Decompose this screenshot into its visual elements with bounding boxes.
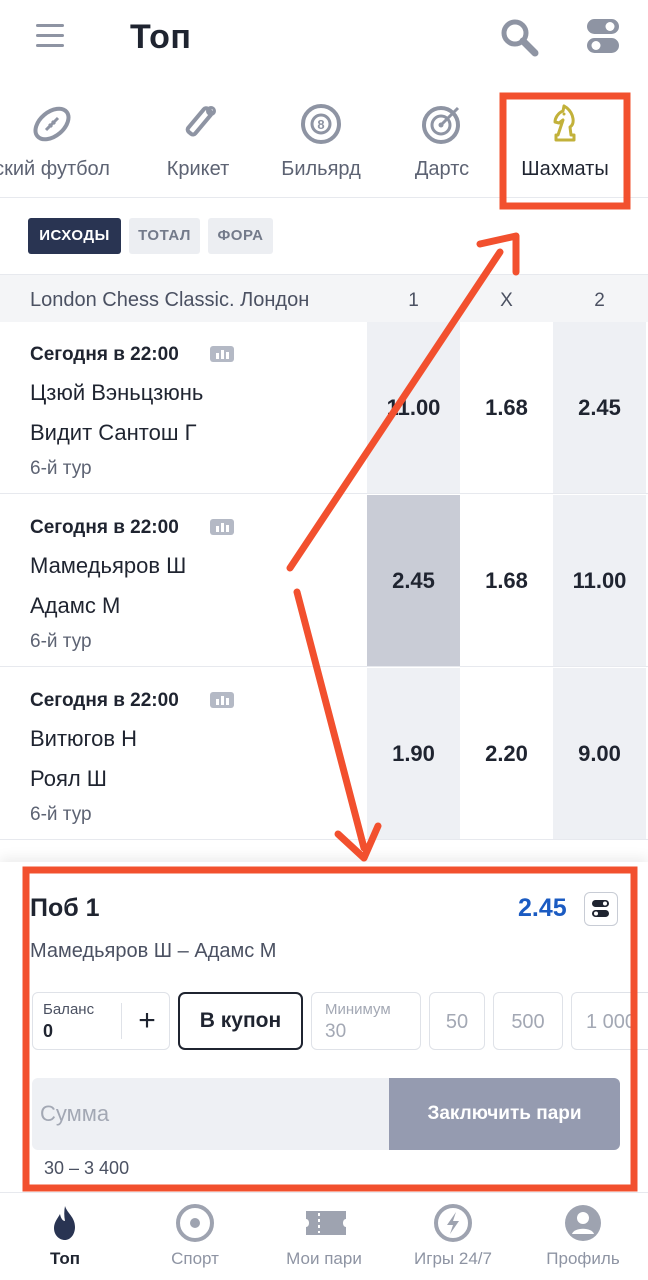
match-round: 6-й тур <box>30 631 92 652</box>
odd-x[interactable]: 2.20 <box>460 668 553 839</box>
odd-1[interactable]: 1.90 <box>367 668 460 839</box>
flame-icon <box>45 1203 85 1243</box>
stake-amount-input[interactable] <box>32 1078 390 1150</box>
league-name: London Chess Classic. Лондон <box>30 289 310 311</box>
league-header: London Chess Classic. Лондон 1 X 2 <box>0 274 648 322</box>
app-header: Топ <box>0 0 648 78</box>
bet-slip-panel: Поб 1 2.45 Мамедьяров Ш – Адамс М Баланс… <box>0 862 648 1192</box>
odd-1-selected[interactable]: 2.45 <box>367 495 460 666</box>
hamburger-menu-icon[interactable] <box>36 24 64 48</box>
tab-handicap[interactable]: ФОРА <box>208 218 273 254</box>
match-row[interactable]: Сегодня в 22:00 Витюгов Н Роял Ш 6-й тур… <box>0 668 648 840</box>
col-header-1: 1 <box>408 290 419 311</box>
minimum-label: Минимум <box>325 1001 391 1018</box>
place-bet-button[interactable]: Заключить пари <box>389 1078 620 1150</box>
nav-sport[interactable]: Спорт <box>130 1193 260 1280</box>
sport-target-icon <box>175 1203 215 1243</box>
add-to-coupon-button[interactable]: В купон <box>178 992 303 1050</box>
minimum-stake-button[interactable]: Минимум 30 <box>311 992 421 1050</box>
sport-label: Дартс <box>414 158 470 180</box>
team-away: Роял Ш <box>30 766 107 791</box>
page-title: Топ <box>130 18 192 56</box>
sport-label: Бильярд <box>281 158 361 180</box>
lightning-icon <box>433 1203 473 1243</box>
odd-2[interactable]: 11.00 <box>553 495 646 666</box>
american-football-icon <box>30 102 74 146</box>
tab-outcomes[interactable]: ИСХОДЫ <box>28 218 121 254</box>
divider <box>121 1003 122 1039</box>
match-row[interactable]: Сегодня в 22:00 Мамедьяров Ш Адамс М 6-й… <box>0 495 648 667</box>
match-time: Сегодня в 22:00 <box>30 344 179 365</box>
team-home: Витюгов Н <box>30 726 138 751</box>
balance-box: Баланс 0 + <box>32 992 170 1050</box>
match-time: Сегодня в 22:00 <box>30 517 179 538</box>
tab-total[interactable]: ТОТАЛ <box>129 218 200 254</box>
team-home: Мамедьяров Ш <box>30 553 187 578</box>
sport-tab-american-football[interactable]: ский футбол <box>0 80 132 197</box>
sport-label: Крикет <box>166 158 230 180</box>
bet-outcome-title: Поб 1 <box>30 894 100 922</box>
bet-odd-value: 2.45 <box>518 894 567 922</box>
match-round: 6-й тур <box>30 458 92 479</box>
balance-label: Баланс <box>43 1001 95 1018</box>
annotation-arrowhead-up <box>476 232 520 276</box>
nav-top[interactable]: Топ <box>0 1193 130 1280</box>
toggle-settings-icon[interactable] <box>586 18 620 54</box>
nav-label: Мои пари <box>286 1249 362 1268</box>
profile-icon <box>563 1203 603 1243</box>
nav-profile[interactable]: Профиль <box>518 1193 648 1280</box>
sport-tab-billiards[interactable]: 8 Бильярд <box>268 80 374 197</box>
sport-label: Шахматы <box>521 158 609 180</box>
col-header-x: X <box>500 290 513 311</box>
match-time: Сегодня в 22:00 <box>30 690 179 711</box>
sport-tab-darts[interactable]: Дартс <box>396 80 488 197</box>
darts-target-icon <box>420 102 464 146</box>
match-row[interactable]: Сегодня в 22:00 Цзюй Вэньцзюнь Видит Сан… <box>0 322 648 494</box>
col-header-2: 2 <box>594 290 605 311</box>
toggle-settings-icon[interactable] <box>584 892 618 926</box>
odd-2[interactable]: 2.45 <box>553 322 646 493</box>
odd-x[interactable]: 1.68 <box>460 495 553 666</box>
bet-match-name: Мамедьяров Ш – Адамс М <box>30 940 277 962</box>
add-balance-button[interactable]: + <box>131 1001 163 1041</box>
stake-range: 30 – 3 400 <box>44 1158 130 1178</box>
odd-2[interactable]: 9.00 <box>553 668 646 839</box>
stake-entry: Заключить пари <box>32 1078 620 1150</box>
billiard-ball-icon: 8 <box>299 102 343 146</box>
quick-amount-button[interactable]: 50 <box>429 992 485 1050</box>
cricket-bat-icon <box>176 102 220 146</box>
stats-icon[interactable] <box>210 692 234 708</box>
bottom-navigation: Топ Спорт Мои пари Игры 24/7 Профиль <box>0 1192 648 1280</box>
stats-icon[interactable] <box>210 519 234 535</box>
chess-knight-icon <box>543 102 587 146</box>
nav-label: Топ <box>50 1249 80 1268</box>
ticket-icon <box>304 1203 346 1243</box>
team-away: Адамс М <box>30 593 121 618</box>
nav-label: Спорт <box>171 1249 219 1268</box>
odd-1[interactable]: 11.00 <box>367 322 460 493</box>
nav-games[interactable]: Игры 24/7 <box>388 1193 518 1280</box>
sports-category-strip[interactable]: ский футбол Крикет 8 Бильярд Дартс Шахма… <box>0 80 648 198</box>
team-home: Цзюй Вэньцзюнь <box>30 380 204 405</box>
search-icon[interactable] <box>498 16 540 58</box>
svg-text:8: 8 <box>317 117 324 132</box>
stats-icon[interactable] <box>210 346 234 362</box>
balance-value: 0 <box>43 1021 54 1041</box>
team-away: Видит Сантош Г <box>30 420 197 445</box>
sport-tab-cricket[interactable]: Крикет <box>152 80 244 197</box>
nav-my-bets[interactable]: Мои пари <box>259 1193 389 1280</box>
quick-amount-button[interactable]: 500 <box>493 992 563 1050</box>
sport-label: ский футбол <box>0 158 110 180</box>
quick-amount-button[interactable]: 1 000 <box>571 992 648 1050</box>
nav-label: Игры 24/7 <box>414 1249 492 1268</box>
odd-x[interactable]: 1.68 <box>460 322 553 493</box>
match-round: 6-й тур <box>30 804 92 825</box>
minimum-value: 30 <box>325 1021 347 1042</box>
sport-tab-chess[interactable]: Шахматы <box>508 80 622 197</box>
nav-label: Профиль <box>546 1249 620 1268</box>
